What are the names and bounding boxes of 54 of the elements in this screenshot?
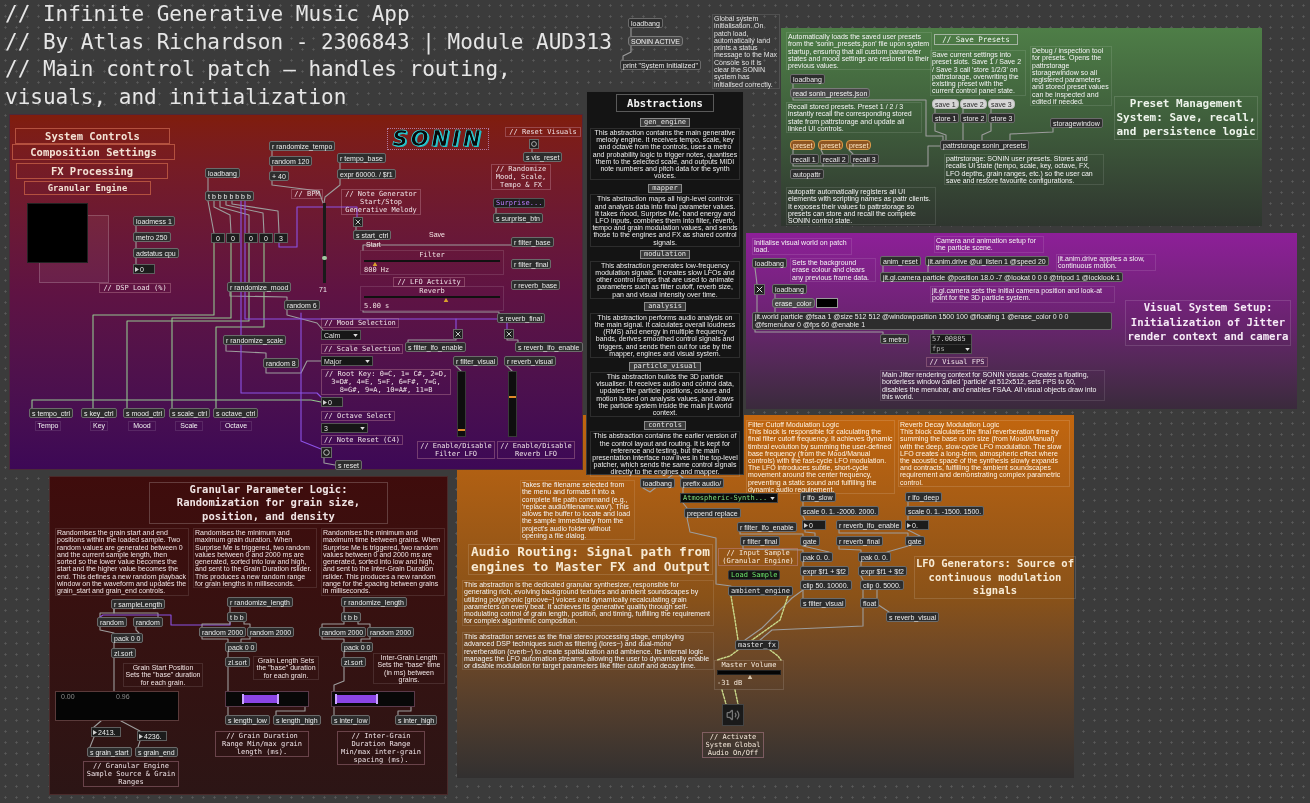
caret-icon [353, 333, 358, 337]
cross-icon [455, 331, 461, 337]
speaker-icon [726, 708, 740, 722]
ring-icon [323, 449, 330, 456]
section-title: System Controls [15, 128, 170, 144]
cross-icon [355, 219, 361, 225]
bang-button[interactable] [529, 139, 539, 149]
range-fill [336, 695, 378, 703]
section-title: Granular Engine [24, 181, 151, 195]
section-title: Granular Parameter Logic: Randomization for grain size, position, and density [149, 482, 388, 524]
triangle-icon [323, 399, 327, 405]
section-title: FX Processing [16, 163, 168, 179]
range-slider-thumb[interactable] [335, 694, 338, 704]
caret-icon [365, 359, 370, 363]
range-fill [243, 695, 278, 703]
preview-window [27, 203, 88, 263]
fader-thumb[interactable] [458, 428, 465, 431]
speaker-button[interactable] [722, 704, 744, 726]
range-slider-track[interactable] [331, 691, 415, 707]
triangle-icon [804, 522, 808, 528]
caret-icon [360, 426, 365, 430]
toggle[interactable] [754, 284, 765, 295]
triangle-icon [907, 522, 911, 528]
triangle-icon [135, 266, 139, 272]
toggle[interactable] [504, 329, 514, 339]
section-title: LFO Generators: Source of continuous modulation signals [914, 556, 1076, 599]
ring-icon [531, 141, 537, 147]
range-slider-track[interactable] [225, 691, 309, 707]
slider-track[interactable] [323, 203, 326, 283]
section-title: Audio Routing: Signal path from engines to Master FX and Output [468, 544, 713, 575]
section-title: Preset Management System: Save, recall, and persistence logic [1114, 96, 1258, 140]
color-swatch-icon [816, 298, 838, 308]
fader-track[interactable] [508, 371, 517, 437]
range-slider-thumb[interactable] [276, 694, 279, 704]
fader-thumb[interactable] [509, 395, 516, 398]
triangle-icon [93, 729, 97, 735]
range-slider-thumb[interactable] [376, 694, 379, 704]
logo-text: SONIN [387, 128, 489, 150]
section-title: Abstractions [616, 94, 714, 112]
toggle[interactable] [353, 217, 363, 227]
slider-thumb[interactable] [322, 256, 327, 261]
section-title: Composition Settings [12, 144, 175, 160]
caret-icon [965, 347, 970, 351]
patch-cords [622, 27, 632, 61]
cross-icon [756, 286, 763, 293]
cross-icon [506, 331, 512, 337]
toggle[interactable] [453, 329, 463, 339]
caret-icon [770, 496, 776, 500]
patch-header-comment: // Infinite Generative Music App // By Atlas Richardson - 2306843 | Module AUD313 // Main control patch — handles routing, visuals, and initialization [5, 1, 613, 111]
fader-track[interactable] [457, 371, 466, 437]
triangle-icon [139, 733, 143, 739]
section-title: Visual System Setup: Initialization of Jitter render context and camera [1125, 300, 1291, 346]
range-slider-thumb[interactable] [242, 694, 245, 704]
bang-button[interactable] [321, 447, 332, 458]
